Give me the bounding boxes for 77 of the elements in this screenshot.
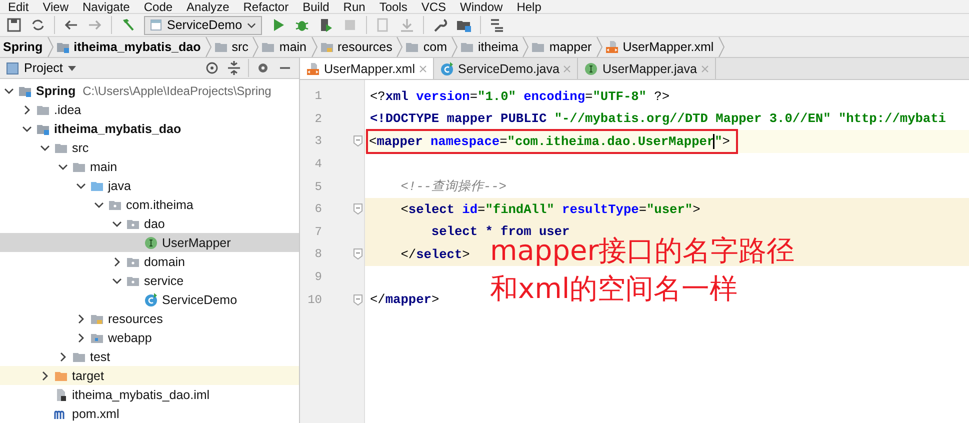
breadcrumb[interactable]: UserMapper.xml: [602, 40, 718, 54]
code-line: </select>: [400, 246, 470, 262]
code-line: <!--查询操作-->: [400, 178, 506, 196]
line-number: 7: [314, 224, 322, 239]
breadcrumb[interactable]: com: [403, 40, 452, 54]
tree-item-label: resources: [108, 312, 163, 326]
tree-item[interactable]: com.itheima: [0, 195, 299, 214]
breadcrumb[interactable]: itheima: [458, 40, 522, 54]
tree-item-label: dao: [144, 216, 165, 230]
menu-item[interactable]: Tools: [379, 0, 408, 12]
project-view-dropdown[interactable]: Project: [6, 61, 76, 75]
tree-item[interactable]: itheima_mybatis_dao.iml: [0, 385, 299, 404]
menu-item[interactable]: Navigate: [82, 0, 130, 12]
line-number: 3: [314, 134, 322, 148]
line-number: 9: [314, 270, 322, 284]
menu-item[interactable]: Run: [343, 0, 366, 12]
menu-item[interactable]: Edit: [8, 0, 29, 12]
tree-item-label: itheima_mybatis_dao.iml: [72, 388, 210, 402]
run-configuration-dropdown[interactable]: ServiceDemo: [144, 16, 262, 34]
tree-item-label: main: [90, 160, 118, 174]
tree-item-label: domain: [144, 254, 185, 268]
menu-item[interactable]: Analyze: [186, 0, 230, 12]
breadcrumb[interactable]: resources: [318, 40, 396, 54]
line-number: 6: [314, 202, 322, 216]
tree-item-label: UserMapper: [162, 236, 231, 250]
line-number: 8: [314, 247, 322, 262]
tree-item[interactable]: src: [0, 138, 299, 157]
menu-item[interactable]: View: [42, 0, 68, 12]
line-number: 10: [306, 292, 322, 307]
tree-item[interactable]: test: [0, 347, 299, 366]
tree-item[interactable]: UserMapper: [0, 233, 299, 252]
tree-item-label: itheima_mybatis_dao: [54, 122, 182, 136]
line-number: 5: [314, 180, 322, 194]
menu-item[interactable]: Build: [302, 0, 330, 12]
tree-item[interactable]: service: [0, 271, 299, 290]
line-number: 1: [314, 89, 322, 104]
tree-item-label: target: [72, 368, 104, 382]
tree-item[interactable]: itheima_mybatis_dao: [0, 119, 299, 138]
tree-item-label: pom.xml: [72, 406, 120, 420]
code-line: <!DOCTYPE mapper PUBLIC "-//mybatis.org//DTD Mapper 3.0//EN" "http://mybati: [370, 111, 946, 126]
editor-tab[interactable]: UserMapper.xml: [300, 58, 434, 79]
menu-item[interactable]: VCS: [421, 0, 446, 12]
breadcrumb[interactable]: Spring: [1, 40, 47, 54]
tree-item-label: service: [144, 274, 184, 288]
breadcrumb[interactable]: src: [212, 40, 252, 54]
menu-item[interactable]: Refactor: [243, 0, 289, 12]
tree-item-label: .idea: [54, 102, 82, 116]
tree-item[interactable]: java: [0, 176, 299, 195]
tree-item-label: ServiceDemo: [162, 292, 238, 306]
tree-item[interactable]: resources: [0, 309, 299, 328]
code-line: <?xml version="1.0" encoding="UTF-8" ?>: [370, 88, 670, 104]
tree-item[interactable]: ServiceDemo: [0, 290, 299, 309]
tree-item-label: java: [108, 178, 131, 192]
menu-item[interactable]: Help: [516, 0, 542, 12]
code-line: </mapper>: [370, 292, 440, 308]
tree-item[interactable]: domain: [0, 252, 299, 271]
tree-item-label: Spring: [36, 84, 76, 98]
line-number: 4: [314, 157, 322, 172]
tree-item[interactable]: .idea: [0, 100, 299, 119]
tree-item[interactable]: pom.xml: [0, 404, 299, 423]
breadcrumb[interactable]: mapper: [529, 40, 596, 54]
menu-item[interactable]: Window: [460, 0, 503, 12]
menu-item[interactable]: Code: [144, 0, 173, 12]
tree-item-label: com.itheima: [126, 198, 194, 212]
tree-item-label: src: [72, 140, 89, 154]
tree-item[interactable]: main: [0, 157, 299, 176]
project-path: C:\Users\Apple\IdeaProjects\Spring: [82, 84, 272, 98]
tree-item[interactable]: dao: [0, 214, 299, 233]
tree-item-label: test: [90, 350, 110, 364]
breadcrumb[interactable]: main: [259, 40, 310, 54]
tree-item[interactable]: Spring C:\Users\Apple\IdeaProjects\Spring: [0, 81, 299, 100]
tree-item[interactable]: target: [0, 366, 299, 385]
line-number: 2: [314, 112, 322, 126]
code-line: <select id="findAll" resultType="user">: [400, 202, 700, 217]
tree-item-label: webapp: [108, 330, 152, 344]
tree-item[interactable]: webapp: [0, 328, 299, 347]
breadcrumb[interactable]: itheima_mybatis_dao: [54, 40, 205, 54]
